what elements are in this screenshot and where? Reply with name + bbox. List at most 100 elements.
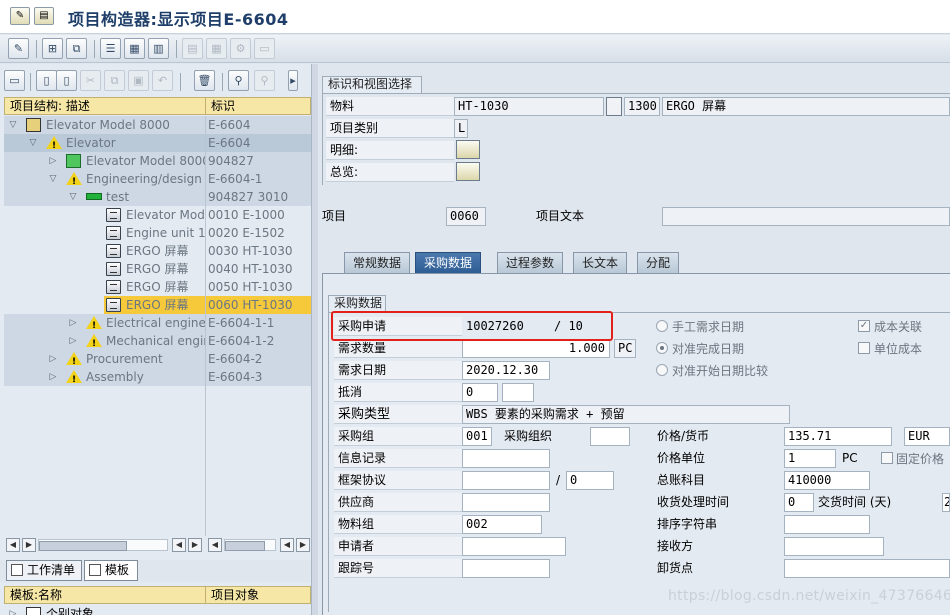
- unloading-point-field[interactable]: [784, 559, 950, 578]
- tree-node-engineering[interactable]: ▽ Engineering/design E-6604-1: [6, 170, 311, 191]
- open-folder-icon[interactable]: ▭: [4, 70, 25, 91]
- template-column-name[interactable]: 模板:名称: [4, 586, 206, 604]
- tree-node-project[interactable]: ▽ Elevator Model 8000 E-6604: [6, 116, 311, 134]
- tab-assignment[interactable]: 分配: [637, 252, 680, 273]
- tree-node-component[interactable]: ERGO 屏幕 0040 HT-1030: [6, 260, 311, 278]
- document-icon[interactable]: ▭: [254, 38, 275, 59]
- find-next-icon[interactable]: ⚲: [254, 70, 275, 91]
- network-icon[interactable]: ▦: [124, 38, 145, 59]
- tree-node-assembly[interactable]: ▷ Assembly E-6604-3: [6, 368, 311, 389]
- material-group-field[interactable]: 002: [462, 515, 542, 534]
- hierarchy-icon[interactable]: ☰: [100, 38, 121, 59]
- find-binoculars-icon[interactable]: ⚲: [228, 70, 249, 91]
- purchasing-org-field[interactable]: [590, 427, 630, 446]
- scroll-left-icon[interactable]: ◀: [280, 538, 294, 552]
- detail-view-icon[interactable]: [456, 140, 480, 159]
- currency-field[interactable]: EUR: [904, 427, 950, 446]
- requester-field[interactable]: [462, 537, 566, 556]
- tree-icon[interactable]: ▥: [148, 38, 169, 59]
- checkbox-cost-relevant[interactable]: ✓: [858, 320, 870, 332]
- radio-finish-date[interactable]: [656, 342, 668, 354]
- price-field[interactable]: 135.71: [784, 427, 892, 446]
- tree-horizontal-scrollbar[interactable]: ◀ ▶ ◀ ▶ ◀ ◀ ▶: [0, 538, 316, 554]
- tree-node-component[interactable]: ERGO 屏幕 0030 HT-1030: [6, 242, 311, 260]
- sort-string-field[interactable]: [784, 515, 870, 534]
- tree-node-component[interactable]: Engine unit 10 0020 E-1502: [6, 224, 311, 242]
- collapse-icon[interactable]: ▽: [28, 134, 38, 152]
- requirement-date-field[interactable]: 2020.12.30: [462, 361, 550, 380]
- offset-field[interactable]: 0: [462, 383, 498, 402]
- tab-general-data[interactable]: 常规数据: [344, 252, 411, 273]
- radio-start-date[interactable]: [656, 364, 668, 376]
- overview-list-icon[interactable]: [456, 162, 480, 181]
- tracking-number-field[interactable]: [462, 559, 550, 578]
- offset-unit-field[interactable]: [502, 383, 534, 402]
- checkbox-unit-cost[interactable]: [858, 342, 870, 354]
- scroll-right-icon[interactable]: ▶: [22, 538, 36, 552]
- tree-node-activity-test[interactable]: ▽ test 904827 3010: [6, 188, 311, 206]
- settings-icon[interactable]: ⚙: [230, 38, 251, 59]
- collapse-icon[interactable]: ▽: [68, 188, 78, 206]
- info-record-field[interactable]: [462, 449, 550, 468]
- outline-agreement-item-field[interactable]: 0: [566, 471, 614, 490]
- undo-icon[interactable]: ↶: [152, 70, 173, 91]
- structure-overview-icon[interactable]: ⊞: [42, 38, 63, 59]
- collapse-icon[interactable]: ▽: [48, 170, 58, 188]
- quantity-field[interactable]: 1.000: [462, 339, 610, 358]
- copy-icon[interactable]: ⧉: [104, 70, 125, 91]
- recipient-field[interactable]: [784, 537, 884, 556]
- delivery-time-field[interactable]: 2: [942, 493, 950, 512]
- tree-node-component-selected[interactable]: ERGO 屏幕 0060 HT-1030: [6, 296, 311, 314]
- scroll-left-icon[interactable]: ◀: [208, 538, 222, 552]
- column-header-id[interactable]: 标识: [205, 97, 311, 115]
- tree-node-component[interactable]: Elevator Mode 0010 E-1000: [6, 206, 311, 224]
- tree-node-electrical[interactable]: ▷ Electrical engineer E-6604-1-1: [6, 314, 311, 335]
- gl-account-field[interactable]: 410000: [784, 471, 870, 490]
- purchasing-group-field[interactable]: 001: [462, 427, 492, 446]
- toggle-display-change-icon[interactable]: ✎: [10, 7, 30, 25]
- template-column-object[interactable]: 项目对象: [205, 586, 311, 604]
- template-row-individual-object[interactable]: ▷ 个别对象: [6, 605, 311, 615]
- paste-icon[interactable]: ▣: [128, 70, 149, 91]
- radio-manual-date[interactable]: [656, 320, 668, 332]
- more-toolbar-icon[interactable]: ▸: [288, 70, 298, 91]
- material-description-field[interactable]: ERGO 屏幕: [662, 97, 950, 116]
- expand-icon[interactable]: ▷: [48, 368, 58, 386]
- expand-icon[interactable]: ▷: [68, 332, 78, 350]
- cut-icon[interactable]: ✂: [80, 70, 101, 91]
- scroll-right-icon[interactable]: ▶: [188, 538, 202, 552]
- collapse-icon[interactable]: ▽: [8, 116, 18, 134]
- procurement-type-field[interactable]: WBS 要素的采购需求 + 预留: [462, 405, 790, 424]
- scroll-left-icon[interactable]: ◀: [172, 538, 186, 552]
- checkbox-fixed-price[interactable]: [881, 452, 893, 464]
- tree-node-elevator[interactable]: ▽ Elevator E-6604: [6, 134, 311, 155]
- new-document-icon[interactable]: ▯: [36, 70, 57, 91]
- pane-splitter[interactable]: [311, 64, 318, 615]
- item-text-field[interactable]: [662, 207, 950, 226]
- grid-icon[interactable]: ▦: [206, 38, 227, 59]
- tab-long-text[interactable]: 长文本: [573, 252, 628, 273]
- plant-field[interactable]: 1300: [624, 97, 660, 116]
- tab-template[interactable]: 模板: [84, 560, 138, 581]
- tree-node-component[interactable]: ERGO 屏幕 0050 HT-1030: [6, 278, 311, 296]
- column-header-description[interactable]: 项目结构: 描述: [4, 97, 206, 115]
- delete-trash-icon[interactable]: 🗑: [194, 70, 215, 91]
- edit-pencil-icon[interactable]: ✎: [8, 38, 29, 59]
- vendor-field[interactable]: [462, 493, 550, 512]
- quantity-unit-field[interactable]: PC: [614, 339, 636, 358]
- table-icon[interactable]: ▤: [182, 38, 203, 59]
- expand-icon[interactable]: ▷: [68, 314, 78, 332]
- tab-process-parameters[interactable]: 过程参数: [497, 252, 564, 273]
- item-category-field[interactable]: L: [454, 119, 468, 138]
- scroll-left-icon[interactable]: ◀: [6, 538, 20, 552]
- tree-node-network[interactable]: ▷ Elevator Model 8000 904827: [6, 152, 311, 170]
- tab-worklist[interactable]: 工作清单: [6, 560, 82, 581]
- tree-node-mechanical[interactable]: ▷ Mechanical engine E-6604-1-2: [6, 332, 311, 353]
- expand-icon[interactable]: ▷: [48, 152, 58, 170]
- item-number-field[interactable]: 0060: [446, 207, 486, 226]
- other-object-icon[interactable]: ▤: [34, 7, 54, 25]
- price-unit-field[interactable]: 1: [784, 449, 836, 468]
- expand-icon[interactable]: ▷: [48, 350, 58, 368]
- tab-purchasing-data[interactable]: 采购数据: [415, 252, 482, 273]
- expand-icon[interactable]: ▷: [8, 605, 18, 615]
